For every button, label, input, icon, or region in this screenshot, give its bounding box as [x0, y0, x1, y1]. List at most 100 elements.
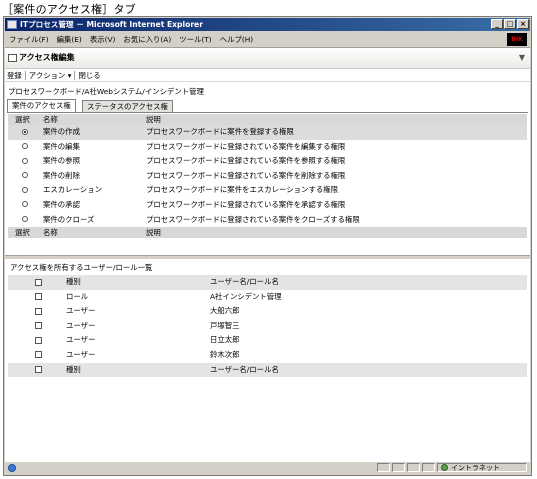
tab-strip: 案件のアクセス権 ステータスのアクセス権: [7, 99, 528, 113]
page-status-icon: [8, 464, 16, 472]
user-row[interactable]: ユーザー 日立太郎: [8, 333, 527, 348]
row-checkbox[interactable]: [35, 307, 42, 315]
table-row[interactable]: 案件の参照 プロセスワークボードに登録されている案件を参照する権限: [8, 154, 527, 169]
collapse-icon[interactable]: ▼: [519, 53, 525, 62]
page-content: アクセス権編集 ▼ 登録 アクション ▾ 閉じる プロセスワークボード/A社We…: [5, 48, 530, 461]
toolbar: 登録 アクション ▾ 閉じる: [5, 69, 530, 82]
select-radio[interactable]: [22, 216, 28, 223]
minimize-button[interactable]: _: [491, 19, 503, 29]
permissions-table: 選択 名称 説明 案件の作成 プロセスワークボードに案件を登録する権限 案件の編…: [8, 114, 527, 239]
table-row[interactable]: 案件の削除 プロセスワークボードに登録されている案件を削除する権限: [8, 169, 527, 184]
permission-name: 案件の編集: [43, 141, 80, 151]
table-row[interactable]: 案件の承認 プロセスワークボードに登録されている案件を承認する権限: [8, 198, 527, 213]
permission-name: 案件の承認: [43, 199, 80, 209]
toolbar-divider: [74, 70, 76, 80]
user-row[interactable]: ユーザー 大船六郎: [8, 304, 527, 319]
maximize-button[interactable]: □: [504, 19, 516, 29]
select-radio[interactable]: [22, 157, 28, 164]
users-header: 種別 ユーザー名/ロール名: [8, 275, 527, 290]
header-user-name: ユーザー名/ロール名: [210, 277, 279, 286]
row-checkbox[interactable]: [35, 351, 42, 359]
user-name: 日立太郎: [210, 335, 240, 345]
users-section-title: アクセス権を所有するユーザー/ロール一覧: [10, 263, 153, 272]
user-name: 戸塚智三: [210, 320, 240, 330]
figure-caption: ［案件のアクセス権］タブ: [2, 3, 136, 16]
select-all-checkbox[interactable]: [35, 278, 42, 286]
footer-checkbox[interactable]: [35, 366, 42, 374]
pane-header: アクセス権編集 ▼: [5, 48, 530, 69]
permission-description: プロセスワークボードに登録されている案件をクローズする権限: [146, 214, 360, 224]
select-radio[interactable]: [22, 201, 28, 208]
row-checkbox[interactable]: [35, 293, 42, 301]
edit-icon: [8, 53, 17, 62]
pane-title: アクセス権編集: [8, 52, 75, 63]
user-row[interactable]: ロール A社インシデント管理: [8, 290, 527, 305]
user-row[interactable]: ユーザー 戸塚智三: [8, 319, 527, 334]
menu-favorites[interactable]: お気に入り(A): [119, 34, 175, 45]
user-type: ユーザー: [66, 320, 96, 330]
menu-file[interactable]: ファイル(F): [5, 34, 53, 45]
status-bar: イントラネット: [5, 461, 530, 474]
header-select: 選択: [15, 115, 30, 124]
status-pane: [377, 463, 390, 472]
permission-description: プロセスワークボードに登録されている案件を削除する権限: [146, 170, 346, 180]
permission-description: プロセスワークボードに登録されている案件を承認する権限: [146, 199, 346, 209]
permission-name: 案件の作成: [43, 127, 80, 136]
row-checkbox[interactable]: [35, 336, 42, 344]
permission-name: 案件のクローズ: [43, 214, 95, 224]
table-row[interactable]: 案件のクローズ プロセスワークボードに登録されている案件をクローズする権限: [8, 213, 527, 228]
user-type: ユーザー: [66, 306, 96, 316]
table-footer: 選択 名称 説明: [8, 227, 527, 239]
status-pane: [392, 463, 405, 472]
action-menu-button[interactable]: アクション ▾: [27, 70, 74, 81]
select-radio[interactable]: [22, 172, 28, 179]
user-type: ロール: [66, 291, 89, 301]
footer-name: 名称: [43, 228, 58, 238]
permission-description: プロセスワークボードに登録されている案件を参照する権限: [146, 156, 346, 166]
permission-description: プロセスワークボードに登録されている案件を編集する権限: [146, 141, 346, 151]
table-header: 選択 名称 説明: [8, 114, 527, 125]
permission-description: プロセスワークボードに案件をエスカレーションする権限: [146, 185, 339, 195]
user-row[interactable]: ユーザー 鈴木次郎: [8, 348, 527, 363]
menu-help[interactable]: ヘルプ(H): [216, 34, 258, 45]
table-row[interactable]: エスカレーション プロセスワークボードに案件をエスカレーションする権限: [8, 183, 527, 198]
user-type: ユーザー: [66, 349, 96, 359]
select-radio[interactable]: [22, 143, 28, 150]
permission-name: 案件の参照: [43, 156, 80, 166]
pane-title-text: アクセス権編集: [19, 53, 75, 62]
close-button[interactable]: ×: [517, 19, 529, 29]
select-radio[interactable]: [22, 186, 28, 193]
pane-splitter[interactable]: [5, 255, 530, 260]
footer-select: 選択: [15, 228, 30, 238]
table-row[interactable]: 案件の作成 プロセスワークボードに案件を登録する権限: [8, 125, 527, 140]
register-button[interactable]: 登録: [5, 70, 24, 81]
status-panes: [377, 463, 435, 472]
zone-label: イントラネット: [451, 463, 500, 472]
menu-edit[interactable]: 編集(E): [53, 34, 86, 45]
footer-description: 説明: [146, 228, 161, 238]
title-bar: ITプロセス管理 － Microsoft Internet Explorer _…: [5, 18, 530, 31]
app-icon: [7, 20, 17, 29]
menu-tools[interactable]: ツール(T): [175, 34, 215, 45]
menu-view[interactable]: 表示(V): [86, 34, 120, 45]
header-name: 名称: [43, 115, 58, 124]
permission-name: エスカレーション: [43, 185, 102, 195]
select-radio[interactable]: [22, 128, 28, 135]
tab-case-access[interactable]: 案件のアクセス権: [7, 99, 76, 112]
toolbar-divider: [24, 70, 26, 80]
brand-logo: BIK: [507, 33, 527, 46]
user-type: ユーザー: [66, 335, 96, 345]
header-description: 説明: [146, 115, 161, 124]
breadcrumb: プロセスワークボード/A社Webシステム/インシデント管理: [8, 87, 204, 96]
row-checkbox[interactable]: [35, 322, 42, 330]
users-table: 種別 ユーザー名/ロール名 ロール A社インシデント管理 ユーザー 大船六郎 ユ…: [8, 275, 527, 378]
footer-type: 種別: [66, 364, 81, 374]
user-name: 鈴木次郎: [210, 349, 240, 359]
security-zone: イントラネット: [437, 463, 527, 472]
table-row[interactable]: 案件の編集 プロセスワークボードに登録されている案件を編集する権限: [8, 140, 527, 155]
tab-status-access[interactable]: ステータスのアクセス権: [82, 100, 173, 112]
status-pane: [422, 463, 435, 472]
close-pane-button[interactable]: 閉じる: [76, 70, 102, 81]
user-name: A社インシデント管理: [210, 291, 282, 301]
user-name: 大船六郎: [210, 306, 240, 316]
